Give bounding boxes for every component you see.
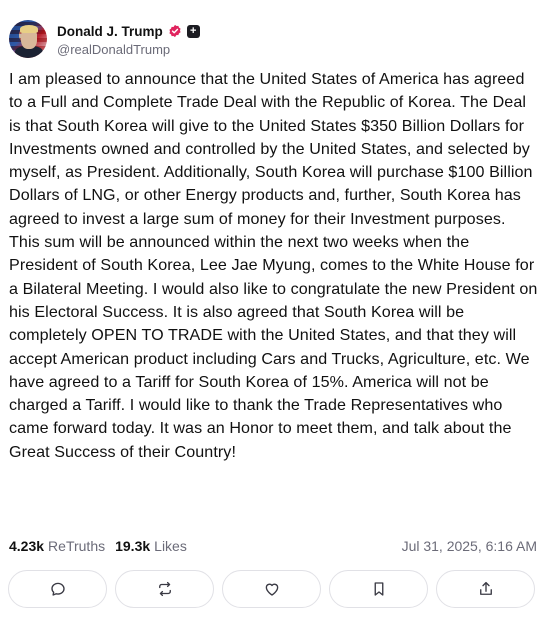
- plus-badge-icon: +: [186, 24, 200, 38]
- retruths-label: ReTruths: [48, 538, 106, 554]
- retruths-count: 4.23k: [9, 538, 45, 554]
- post-header: Donald J. Trump + @realDonaldTrump: [9, 16, 200, 62]
- reply-button[interactable]: [8, 570, 107, 608]
- avatar[interactable]: [9, 20, 47, 58]
- post-stats: 4.23k ReTruths 19.3k Likes Jul 31, 2025, 6…: [9, 536, 537, 556]
- bookmark-icon: [374, 582, 383, 596]
- post-timestamp[interactable]: Jul 31, 2025, 6:16 AM: [402, 538, 537, 554]
- avatar-hair: [20, 25, 38, 33]
- likes-stat[interactable]: 19.3k Likes: [115, 538, 187, 554]
- post-body-text: I am pleased to announce that the United…: [9, 70, 538, 461]
- share-icon: [479, 581, 492, 595]
- retruths-stat[interactable]: 4.23k ReTruths: [9, 538, 105, 554]
- likes-label: Likes: [154, 538, 187, 554]
- comment-icon: [50, 582, 65, 596]
- retruth-icon: [158, 581, 171, 597]
- action-bar: [8, 570, 535, 608]
- retruth-button[interactable]: [115, 570, 214, 608]
- author-names: Donald J. Trump + @realDonaldTrump: [57, 21, 200, 57]
- author-display-name[interactable]: Donald J. Trump: [57, 24, 163, 39]
- verified-badge-icon: [169, 24, 181, 38]
- heart-icon: [265, 583, 278, 596]
- share-button[interactable]: [436, 570, 535, 608]
- likes-count: 19.3k: [115, 538, 151, 554]
- like-button[interactable]: [222, 570, 321, 608]
- post-card: Donald J. Trump + @realDonaldTrump I am …: [0, 0, 554, 621]
- bookmark-button[interactable]: [329, 570, 428, 608]
- author-handle[interactable]: @realDonaldTrump: [57, 42, 200, 57]
- name-row: Donald J. Trump +: [57, 21, 200, 41]
